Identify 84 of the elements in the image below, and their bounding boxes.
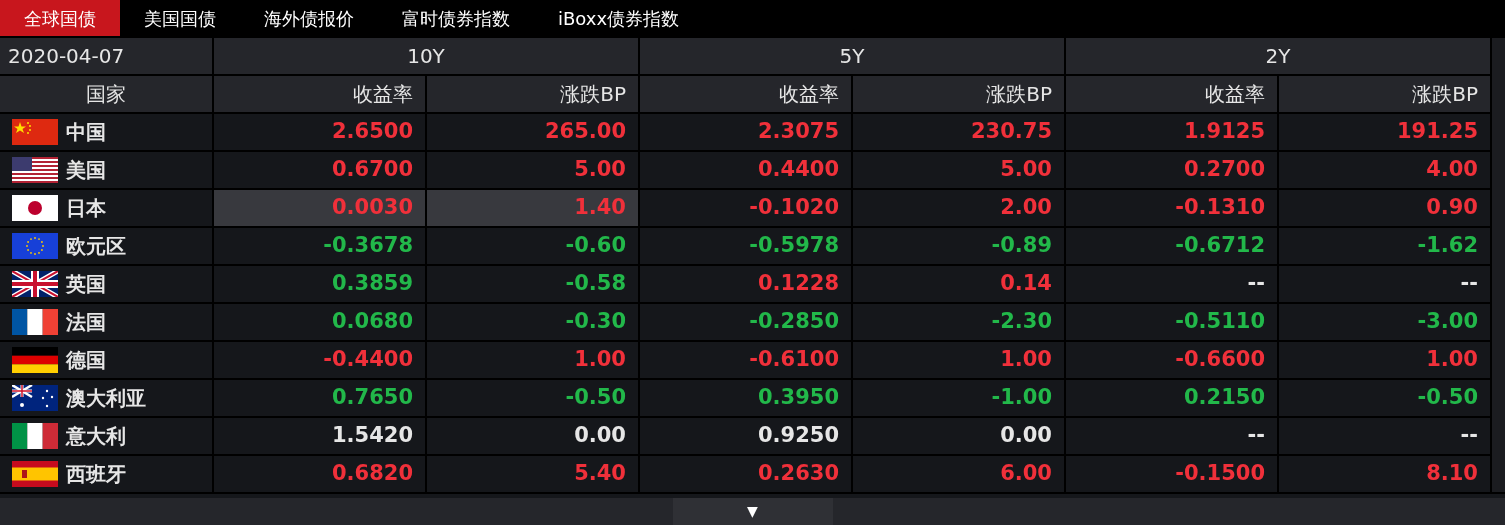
table-cell-text: 0.6700 [331, 156, 413, 184]
table-cell-text: -- [1247, 422, 1265, 450]
column-header: 国家 [0, 76, 212, 112]
country-name: 中国 [66, 119, 106, 146]
country-name: 德国 [66, 347, 106, 374]
table-cell-text: 0.2630 [757, 460, 839, 488]
table-cell-text: -- [1247, 270, 1265, 298]
country-name: 欧元区 [66, 233, 126, 260]
tab[interactable]: 全球国债 [0, 0, 120, 36]
table-cell-text: -1.62 [1417, 232, 1478, 260]
table-cell-text: -0.89 [991, 232, 1052, 260]
table-cell-text: 0.2150 [1183, 384, 1265, 412]
country-name: 法国 [66, 309, 106, 336]
table-cell-text: 0.4400 [757, 156, 839, 184]
table-cell-text: 0.90 [1426, 194, 1478, 222]
table-cell-text: -0.6712 [1175, 232, 1265, 260]
country-name: 美国 [66, 157, 106, 184]
country-name: 日本 [66, 195, 106, 222]
table-cell-text: -0.1500 [1175, 460, 1265, 488]
table-cell-text: 0.0680 [331, 308, 413, 336]
scroll-down-button[interactable]: ▼ [672, 498, 833, 525]
table-cell-text: 2.6500 [331, 118, 413, 146]
table-cell-text: 1.00 [1426, 346, 1478, 374]
country-name: 澳大利亚 [66, 385, 146, 412]
country-name: 英国 [66, 271, 106, 298]
table-cell-text: -0.6600 [1175, 346, 1265, 374]
column-header: 收益率 [214, 76, 425, 112]
table-cell-text: 0.6820 [331, 460, 413, 488]
column-group-header: 10Y [214, 38, 638, 74]
table-cell-text: 0.14 [1000, 270, 1052, 298]
table-cell-text: 1.9125 [1183, 118, 1265, 146]
table-cell-text: -0.60 [565, 232, 626, 260]
table-cell-text: 2.00 [1000, 194, 1052, 222]
table-cell-text: 2.3075 [757, 118, 839, 146]
table-cell-text: 0.0030 [331, 194, 413, 222]
table-cell-text: 1.00 [1000, 346, 1052, 374]
table-cell-text: -1.00 [991, 384, 1052, 412]
table-cell-text: -0.30 [565, 308, 626, 336]
column-header: 收益率 [1066, 76, 1277, 112]
table-cell-text: 0.00 [1000, 422, 1052, 450]
table-cell-text: -2.30 [991, 308, 1052, 336]
table-cell-text: 1.5420 [331, 422, 413, 450]
table-cell-text: -0.6100 [749, 346, 839, 374]
table-cell-text: 8.10 [1426, 460, 1478, 488]
column-header: 收益率 [640, 76, 851, 112]
table-cell-text: 0.00 [574, 422, 626, 450]
column-group-header: 2Y [1066, 38, 1490, 74]
column-header: 涨跌BP [427, 76, 638, 112]
date-label: 2020-04-07 [0, 38, 212, 74]
table-cell-text: -0.5110 [1175, 308, 1265, 336]
table-cell-text: -- [1460, 422, 1478, 450]
table-cell-text: -0.2850 [749, 308, 839, 336]
country-name: 西班牙 [66, 461, 126, 488]
table-cell-text: -0.1020 [749, 194, 839, 222]
table-cell-text: -0.1310 [1175, 194, 1265, 222]
column-header: 涨跌BP [853, 76, 1064, 112]
table-cell-text: 4.00 [1426, 156, 1478, 184]
table-cell-text: 0.3950 [757, 384, 839, 412]
scrollbar-track[interactable] [1492, 38, 1505, 492]
table-cell-text: 5.40 [574, 460, 626, 488]
column-group-header: 5Y [640, 38, 1064, 74]
table-cell-text: 191.25 [1396, 118, 1478, 146]
table-cell-text: 5.00 [1000, 156, 1052, 184]
table-cell-text: 5.00 [574, 156, 626, 184]
column-header: 涨跌BP [1279, 76, 1490, 112]
table-cell-text: 1.40 [574, 194, 626, 222]
table-cell-text: -3.00 [1417, 308, 1478, 336]
table-cell-text: 0.2700 [1183, 156, 1265, 184]
country-name: 意大利 [66, 423, 126, 450]
table-cell-text: 265.00 [544, 118, 626, 146]
table-cell-text: -0.50 [565, 384, 626, 412]
table-cell-text: 6.00 [1000, 460, 1052, 488]
table-cell-text: -0.50 [1417, 384, 1478, 412]
table-cell-text: -0.3678 [323, 232, 413, 260]
table-cell-text: -0.4400 [323, 346, 413, 374]
table-cell-text: 0.1228 [757, 270, 839, 298]
table-cell-text: 230.75 [970, 118, 1052, 146]
table-cell-text: 0.3859 [331, 270, 413, 298]
table-cell-text: 0.9250 [757, 422, 839, 450]
table-cell-text: -0.5978 [749, 232, 839, 260]
table-cell-text: -- [1460, 270, 1478, 298]
table-cell-text: 1.00 [574, 346, 626, 374]
table-cell-text: -0.58 [565, 270, 626, 298]
table-cell-text: 0.7650 [331, 384, 413, 412]
